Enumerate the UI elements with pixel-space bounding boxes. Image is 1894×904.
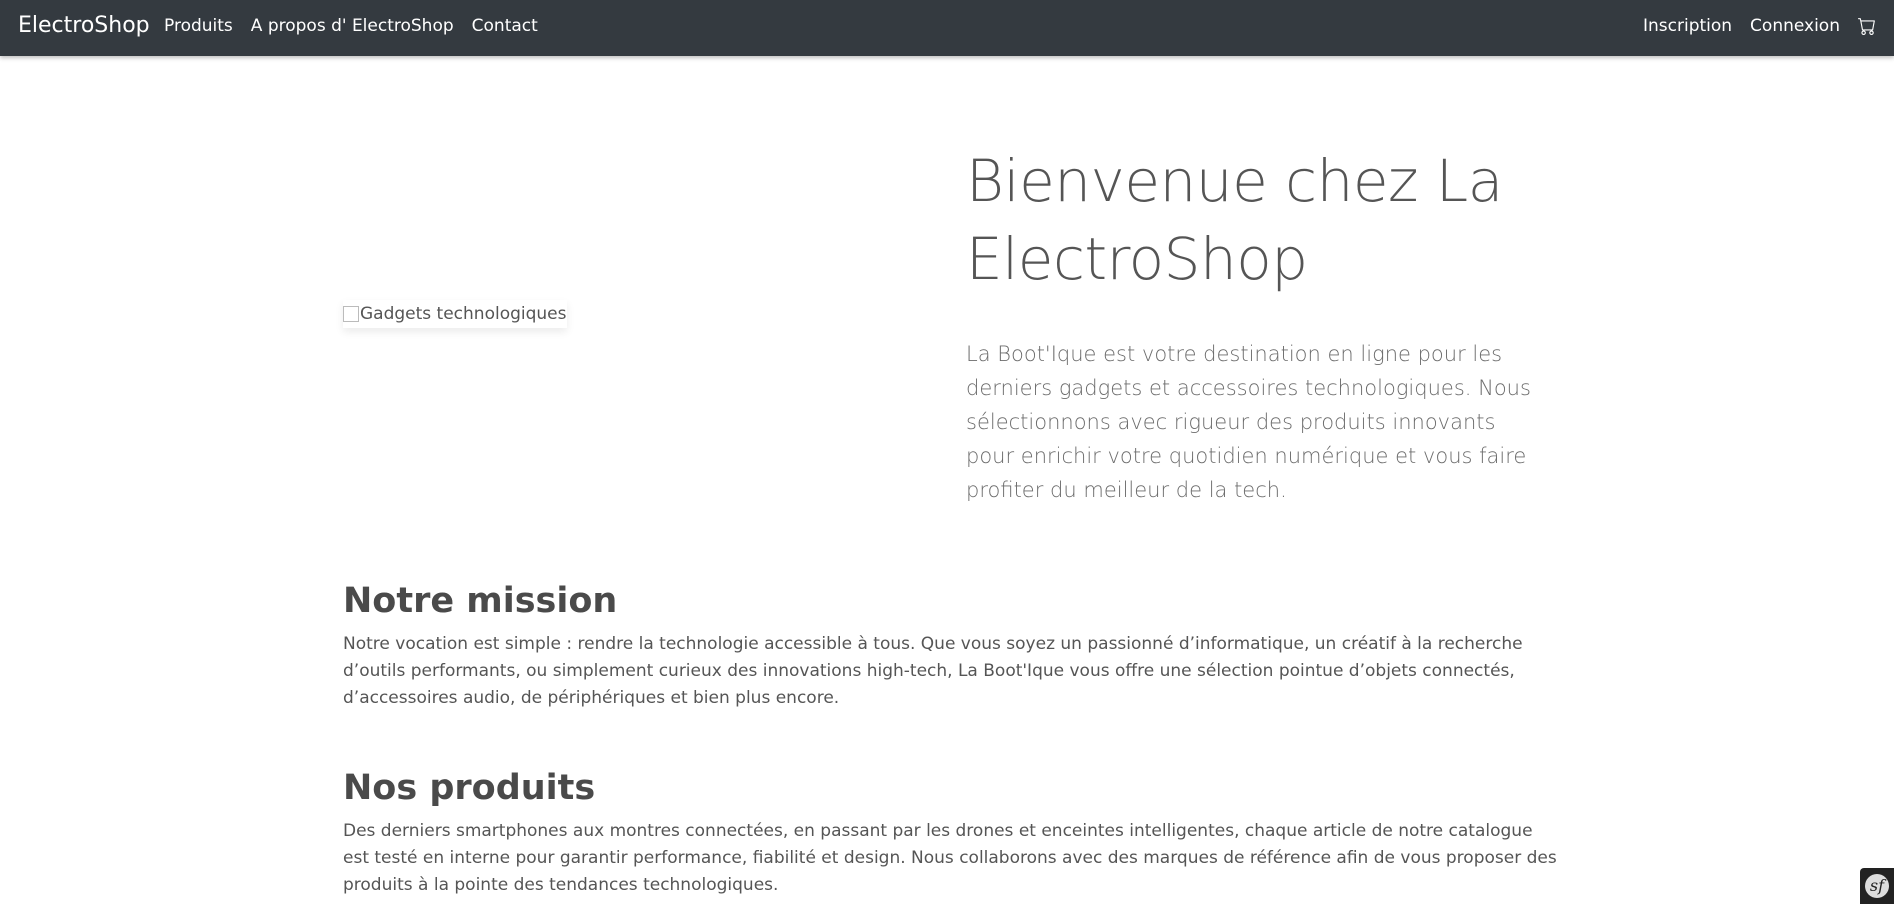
nav-right: Inscription Connexion — [1643, 0, 1876, 52]
hero-image-alt: Gadgets technologiques — [360, 304, 567, 324]
cart-icon — [1858, 18, 1875, 35]
mission-title: Notre mission — [343, 581, 618, 621]
symfony-icon: sf — [1865, 874, 1889, 898]
products-title: Nos produits — [343, 768, 596, 808]
hero-lead: La Boot'Ique est votre destination en li… — [966, 342, 1531, 502]
nav-link-contact[interactable]: Contact — [472, 16, 538, 36]
hero-image: Gadgets technologiques — [343, 300, 567, 328]
broken-image-icon — [343, 306, 359, 322]
navbar: ElectroShop Produits A propos d' Electro… — [0, 0, 1894, 56]
nav-link-a-propos[interactable]: A propos d' ElectroShop — [251, 16, 454, 36]
nav-link-produits[interactable]: Produits — [164, 16, 233, 36]
nav-left: Produits A propos d' ElectroShop Contact — [164, 0, 556, 52]
hero-title: Bienvenue chez La ElectroShop — [966, 147, 1503, 293]
cart-link[interactable] — [1858, 17, 1876, 35]
mission-text: Notre vocation est simple : rendre la te… — [343, 634, 1523, 708]
debug-toolbar-toggle[interactable]: sf — [1860, 868, 1894, 904]
brand-link[interactable]: ElectroShop — [18, 12, 150, 40]
products-text: Des derniers smartphones aux montres con… — [343, 821, 1557, 895]
nav-link-inscription[interactable]: Inscription — [1643, 16, 1732, 36]
nav-link-connexion[interactable]: Connexion — [1750, 16, 1840, 36]
